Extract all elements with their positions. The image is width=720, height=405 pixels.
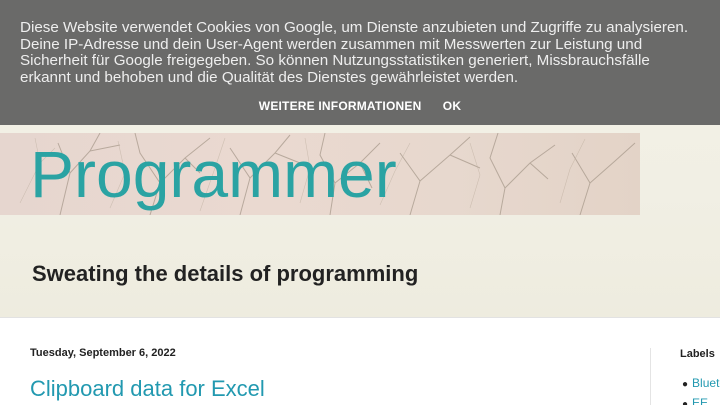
bullet-icon: ● (682, 379, 689, 390)
blog-title[interactable]: Programmer (30, 134, 397, 214)
cookie-notice-text: Diese Website verwendet Cookies von Goog… (20, 19, 689, 86)
blog-description: Sweating the details of programming (32, 261, 419, 286)
cookie-banner: Diese Website verwendet Cookies von Goog… (0, 0, 720, 125)
label-link-ee[interactable]: EE (692, 396, 708, 405)
bullet-icon: ● (682, 399, 689, 405)
sidebar-labels-heading: Labels (680, 348, 715, 360)
page: Programmer Sweating the details of progr… (0, 0, 720, 405)
post-date: Tuesday, September 6, 2022 (30, 347, 176, 359)
header-divider (0, 317, 720, 318)
post-title-link[interactable]: Clipboard data for Excel (30, 376, 265, 402)
sidebar-separator (650, 348, 651, 405)
labels-list: ●Bluetooth ●EE (682, 376, 720, 405)
label-link-bluetooth[interactable]: Bluetooth (692, 376, 720, 390)
more-info-link[interactable]: WEITERE INFORMATIONEN (259, 99, 422, 113)
cookie-actions: WEITERE INFORMATIONEN OK (0, 99, 720, 113)
list-item: ●Bluetooth (682, 376, 720, 396)
ok-button[interactable]: OK (443, 99, 461, 113)
list-item: ● EE (682, 396, 720, 405)
